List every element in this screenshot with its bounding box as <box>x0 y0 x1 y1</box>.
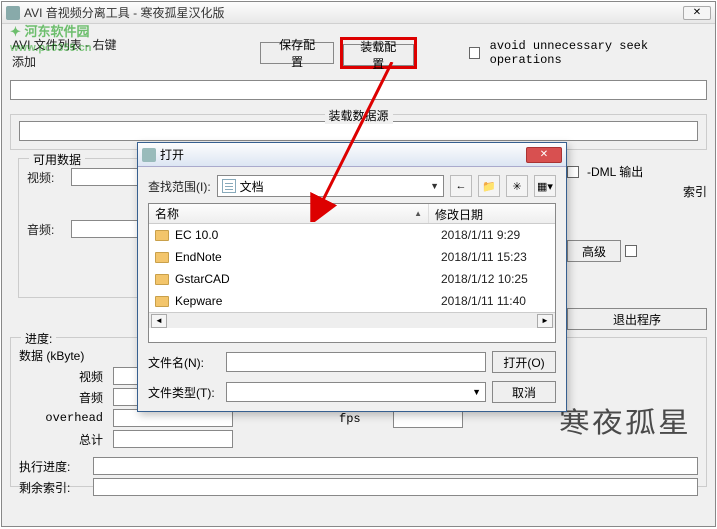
col-name-header[interactable]: 名称▲ <box>149 204 429 223</box>
scroll-right-button[interactable]: ► <box>537 314 553 328</box>
new-folder-button[interactable]: ✳ <box>506 175 528 197</box>
remain-idx-input[interactable] <box>93 478 698 496</box>
file-list-input[interactable] <box>10 80 707 100</box>
sort-asc-icon: ▲ <box>414 209 422 218</box>
look-in-label: 查找范围(I): <box>148 178 211 195</box>
pa-label: 音频 <box>19 389 109 406</box>
save-config-button[interactable]: 保存配置 <box>260 42 334 64</box>
pv-label: 视频 <box>19 368 109 385</box>
window-close-button[interactable]: ✕ <box>683 6 711 20</box>
look-in-combo[interactable]: 文档 ▼ <box>217 175 444 197</box>
avoid-seek-label: avoid unnecessary seek operations <box>490 39 705 67</box>
open-button[interactable]: 打开(O) <box>492 351 556 373</box>
file-date: 2018/1/11 11:40 <box>441 294 526 308</box>
col-date-header[interactable]: 修改日期 <box>429 204 555 223</box>
file-list-label: AVI 文件列表 - 右键添加 <box>12 36 128 70</box>
close-icon: ✕ <box>693 7 701 18</box>
audio-label: 音频: <box>27 221 67 238</box>
folder-icon <box>155 296 169 307</box>
dialog-titlebar: 打开 ✕ <box>138 143 566 167</box>
exit-button[interactable]: 退出程序 <box>567 308 707 330</box>
open-dialog: 打开 ✕ 查找范围(I): 文档 ▼ ← 📁 ✳ ▦▾ 名称▲ 修改日期 <box>137 142 567 412</box>
back-button[interactable]: ← <box>450 175 472 197</box>
documents-icon <box>222 179 236 193</box>
window-title: AVI 音视频分离工具 - 寒夜孤星汉化版 <box>24 4 683 21</box>
folder-icon <box>155 252 169 263</box>
dml-checkbox[interactable] <box>567 166 579 178</box>
file-row[interactable]: EndNote2018/1/11 15:23 <box>149 246 555 268</box>
index-label: 索引 <box>683 183 707 200</box>
remain-idx-label: 剩余索引: <box>19 479 89 496</box>
overhead-label: overhead <box>19 411 109 425</box>
load-config-highlight: 装载配置 <box>340 37 417 69</box>
file-row[interactable]: Kepware2018/1/11 11:40 <box>149 290 555 312</box>
file-name: EC 10.0 <box>175 228 441 242</box>
dialog-icon <box>142 148 156 162</box>
file-name: GstarCAD <box>175 272 441 286</box>
chevron-down-icon: ▼ <box>430 181 439 191</box>
data-kb-label: 数据 (kByte) <box>19 347 109 364</box>
file-name: Kepware <box>175 294 441 308</box>
h-scrollbar[interactable]: ◄ ► <box>149 312 555 328</box>
dialog-close-button[interactable]: ✕ <box>526 147 562 163</box>
scroll-left-button[interactable]: ◄ <box>151 314 167 328</box>
file-list-header: 名称▲ 修改日期 <box>149 204 555 224</box>
app-icon <box>6 6 20 20</box>
file-date: 2018/1/11 15:23 <box>441 250 527 264</box>
fps-label: fps <box>339 412 389 426</box>
video-label: 视频: <box>27 169 67 186</box>
file-row[interactable]: EC 10.02018/1/11 9:29 <box>149 224 555 246</box>
exec-prog-input[interactable] <box>93 457 698 475</box>
folder-icon <box>155 274 169 285</box>
main-window: AVI 音视频分离工具 - 寒夜孤星汉化版 ✕ ✦ 河东软件园 www.pc03… <box>1 1 716 527</box>
available-legend: 可用数据 <box>29 151 85 168</box>
filetype-label: 文件类型(T): <box>148 384 220 401</box>
filename-input[interactable] <box>226 352 486 372</box>
total-label: 总计 <box>19 431 109 448</box>
adv-checkbox[interactable] <box>625 245 637 257</box>
look-in-value: 文档 <box>240 178 264 195</box>
datasource-input[interactable] <box>19 121 698 141</box>
folder-icon <box>155 230 169 241</box>
file-list[interactable]: 名称▲ 修改日期 EC 10.02018/1/11 9:29EndNote201… <box>148 203 556 343</box>
cancel-button[interactable]: 取消 <box>492 381 556 403</box>
file-date: 2018/1/11 9:29 <box>441 228 520 242</box>
close-icon: ✕ <box>540 149 548 160</box>
file-date: 2018/1/12 10:25 <box>441 272 528 286</box>
up-folder-button[interactable]: 📁 <box>478 175 500 197</box>
filename-label: 文件名(N): <box>148 354 220 371</box>
exec-prog-label: 执行进度: <box>19 458 89 475</box>
titlebar: AVI 音视频分离工具 - 寒夜孤星汉化版 ✕ <box>2 2 715 24</box>
fps-input[interactable] <box>393 410 463 428</box>
advanced-button[interactable]: 高级 <box>567 240 621 262</box>
load-config-button[interactable]: 装载配置 <box>343 44 414 66</box>
toolbar: AVI 文件列表 - 右键添加 保存配置 装载配置 avoid unnecess… <box>2 24 715 76</box>
avoid-seek-checkbox[interactable] <box>469 47 480 59</box>
file-row[interactable]: GstarCAD2018/1/12 10:25 <box>149 268 555 290</box>
total-input[interactable] <box>113 430 233 448</box>
progress-legend: 进度: <box>21 330 56 347</box>
dialog-title: 打开 <box>160 146 526 163</box>
filetype-combo[interactable]: ▼ <box>226 382 486 402</box>
dml-label: -DML 输出 <box>587 163 643 180</box>
file-name: EndNote <box>175 250 441 264</box>
view-menu-button[interactable]: ▦▾ <box>534 175 556 197</box>
chevron-down-icon: ▼ <box>472 387 481 397</box>
datasource-legend: 装载数据源 <box>324 107 392 124</box>
